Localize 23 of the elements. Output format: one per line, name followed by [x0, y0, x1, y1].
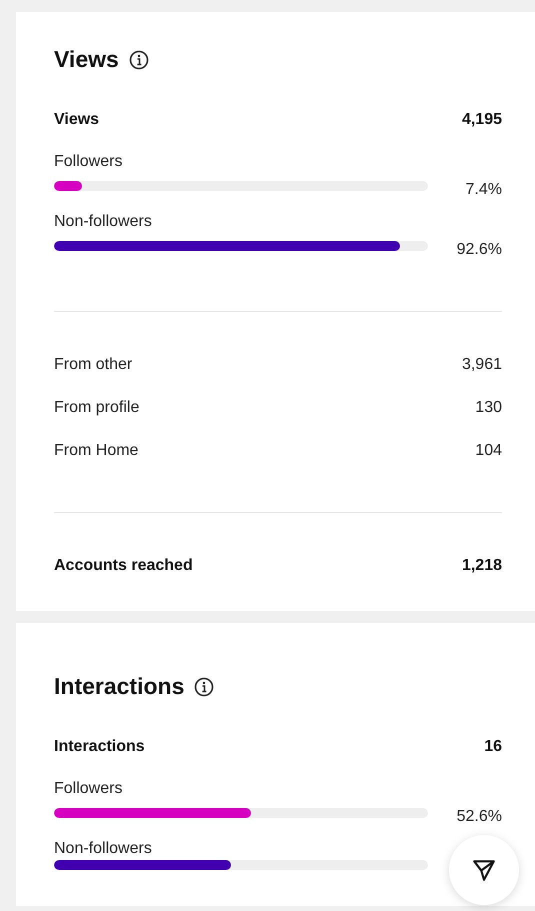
source-value: 130: [475, 399, 502, 417]
percent-value: 7.4%: [464, 181, 502, 199]
metric-value: 16: [484, 738, 502, 756]
section-title: Interactions: [54, 673, 184, 700]
percent-value: 92.6%: [456, 241, 502, 259]
bar-label: Non-followers: [54, 840, 153, 858]
info-icon[interactable]: [194, 676, 214, 696]
section-title: Views: [54, 46, 119, 73]
metric-value: 4,195: [462, 111, 502, 129]
source-label: From Home: [54, 442, 138, 460]
source-value: 104: [475, 442, 502, 460]
metric-label: Accounts reached: [54, 557, 193, 575]
info-icon[interactable]: [128, 50, 149, 70]
source-value: 3,961: [462, 356, 502, 374]
metric-label: Views: [54, 111, 100, 129]
source-label: From other: [54, 356, 132, 374]
metric-label: Interactions: [54, 738, 145, 756]
bar-label: Non-followers: [54, 213, 153, 231]
bar-label: Followers: [54, 153, 124, 171]
metric-value: 1,218: [462, 557, 502, 575]
bar-label: Followers: [54, 780, 124, 798]
source-label: From profile: [54, 399, 140, 417]
percent-value: 52.6%: [456, 808, 502, 826]
